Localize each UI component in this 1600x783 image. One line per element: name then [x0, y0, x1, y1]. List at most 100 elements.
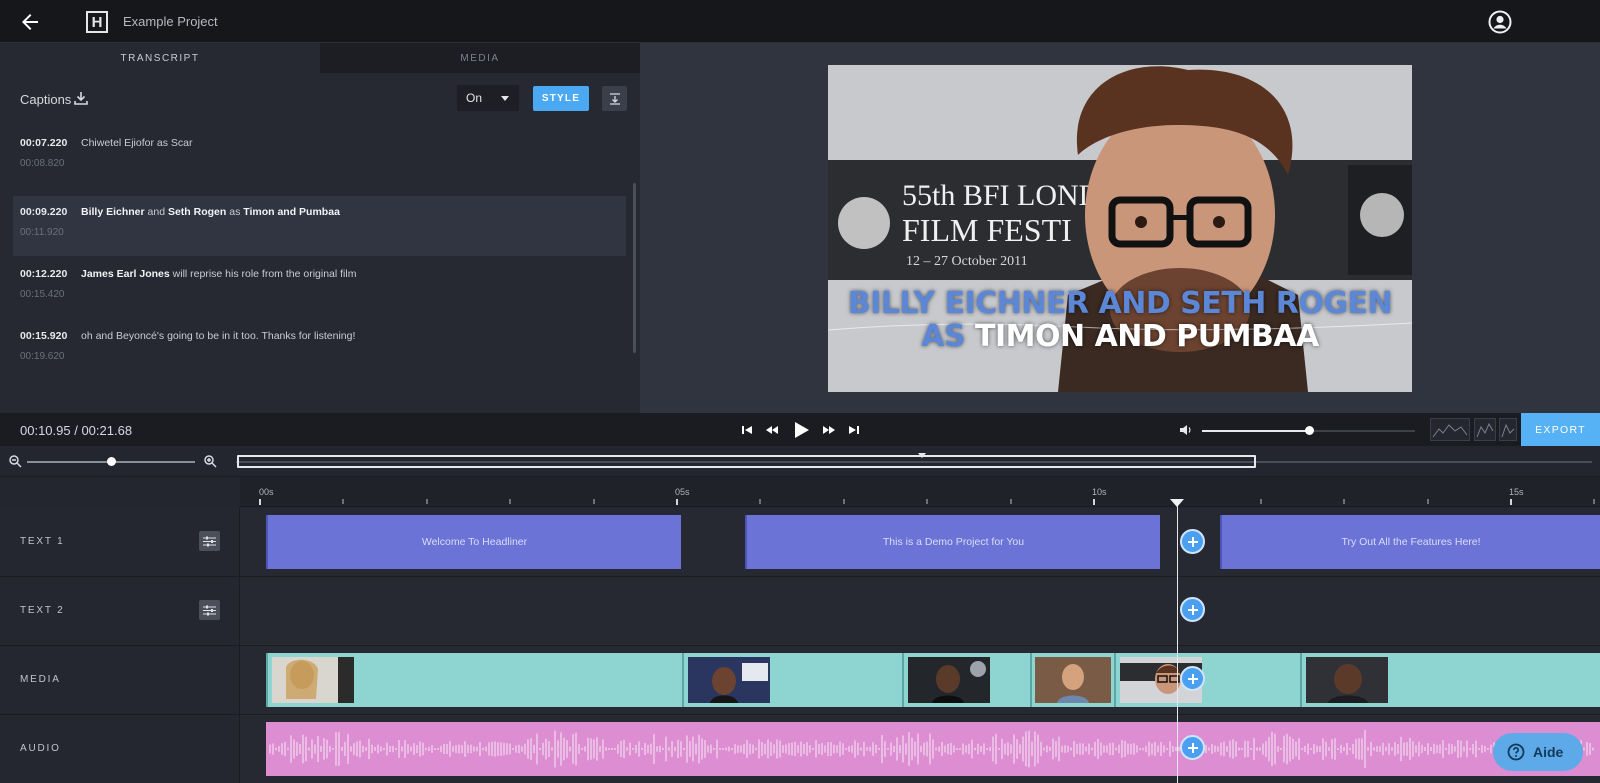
track-media: MEDIA	[0, 646, 1600, 715]
media-clip[interactable]	[682, 653, 902, 707]
caption-text[interactable]: Chiwetel Ejiofor as Scar	[81, 137, 192, 149]
caption-style-button[interactable]: STYLE	[533, 86, 589, 111]
waveform-preset-1[interactable]	[1430, 418, 1470, 441]
caption-end-time[interactable]: 00:08.820	[20, 158, 65, 169]
play-icon[interactable]	[790, 419, 812, 441]
add-icon[interactable]	[1180, 735, 1205, 760]
caption-end-time[interactable]: 00:11.920	[20, 227, 64, 238]
waveform-preset-3[interactable]	[1499, 418, 1517, 441]
ruler-tick	[1093, 499, 1095, 505]
zoom-knob[interactable]	[107, 457, 116, 466]
track-header: MEDIA	[0, 646, 240, 714]
sliders-icon[interactable]	[199, 600, 220, 620]
volume-slider[interactable]	[1202, 426, 1415, 435]
user-account-icon[interactable]	[1488, 10, 1512, 34]
caption-start-time[interactable]: 00:07.220	[20, 137, 67, 149]
ruler-tick	[1593, 499, 1596, 504]
media-clip[interactable]	[266, 653, 682, 707]
app-logo[interactable]: H	[86, 11, 108, 33]
caption-text-bold: Seth Rogen	[167, 206, 227, 218]
zoom-in-icon[interactable]	[203, 454, 217, 468]
video-preview[interactable]: 55th BFI LONDON FILM FESTI 12 – 27 Octob…	[828, 65, 1412, 392]
add-icon[interactable]	[1180, 666, 1205, 691]
waveform-preset-2[interactable]	[1474, 418, 1496, 441]
caption-end-time[interactable]: 00:15.420	[20, 289, 65, 300]
volume-knob[interactable]	[1304, 426, 1314, 435]
tab-media[interactable]: MEDIA	[320, 43, 640, 73]
track-header: TEXT 2	[0, 577, 240, 645]
tab-transcript[interactable]: TRANSCRIPT	[0, 43, 320, 73]
export-button[interactable]: EXPORT	[1521, 413, 1600, 446]
zoom-out-icon[interactable]	[8, 454, 22, 468]
text-clip[interactable]: This is a Demo Project for You	[745, 515, 1160, 569]
media-thumbnail	[1035, 657, 1111, 703]
caption-start-time[interactable]: 00:15.920	[20, 330, 67, 342]
ruler-tick	[1009, 499, 1012, 504]
track-label: TEXT 2	[20, 605, 65, 616]
back-arrow-icon[interactable]	[18, 10, 42, 34]
ruler-tick	[759, 499, 762, 504]
caption-end-time[interactable]: 00:19.620	[20, 351, 65, 362]
media-thumbnail	[272, 657, 354, 703]
caption-text-bold: James Earl Jones	[81, 268, 170, 280]
ruler-tick	[342, 499, 345, 504]
media-clip[interactable]	[1114, 653, 1300, 707]
caption-text-bold: Billy Eichner	[81, 206, 145, 218]
track-header: TEXT 1	[0, 508, 240, 576]
download-icon[interactable]	[73, 90, 89, 106]
skip-to-start-icon[interactable]	[738, 421, 756, 439]
text-clip[interactable]: Welcome To Headliner	[266, 515, 681, 569]
playhead-line[interactable]	[1177, 505, 1178, 783]
help-icon	[1507, 743, 1525, 761]
media-clip[interactable]	[1300, 653, 1600, 707]
zoom-slider[interactable]	[27, 457, 195, 466]
timeline-scroll-window[interactable]	[237, 455, 1256, 468]
caption-text[interactable]: oh and Beyoncé's going to be in it too. …	[81, 330, 355, 342]
chevron-down-icon	[501, 96, 509, 101]
caption-align-button[interactable]	[602, 86, 627, 111]
caption-text[interactable]: James Earl Jones will reprise his role f…	[81, 268, 356, 280]
timeline-ruler[interactable]: 00s 05s 10s 15s	[240, 477, 1600, 507]
ruler-tick	[1259, 499, 1262, 504]
caption-text-bold: Timon and Pumbaa	[243, 206, 340, 218]
track-label: TEXT 1	[20, 536, 65, 547]
sign-line-3: 12 – 27 October 2011	[906, 254, 1028, 269]
caption-start-time[interactable]: 00:12.220	[20, 268, 67, 280]
caption-text[interactable]: Billy Eichner and Seth Rogen as Timon an…	[81, 206, 340, 218]
ruler-tick	[676, 499, 678, 505]
caption-start-time[interactable]: 00:09.220	[20, 206, 67, 218]
help-button[interactable]: Aide	[1493, 733, 1583, 771]
playhead-marker[interactable]	[1170, 499, 1184, 507]
caption-row-active[interactable]: 00:09.220 00:11.920 Billy Eichner and Se…	[13, 196, 626, 256]
caption-row[interactable]: 00:15.920 00:19.620 oh and Beyoncé's goi…	[13, 320, 626, 380]
media-clip[interactable]	[902, 653, 1030, 707]
ruler-tick	[592, 499, 595, 504]
add-icon[interactable]	[1180, 597, 1205, 622]
project-title[interactable]: Example Project	[123, 14, 218, 29]
caption-row[interactable]: 00:12.220 00:15.420 James Earl Jones wil…	[13, 258, 626, 318]
help-label: Aide	[1533, 744, 1564, 760]
caption-text-plain: will reprise his role from the original …	[169, 268, 357, 280]
track-audio: AUDIO	[0, 715, 1600, 783]
add-icon[interactable]	[1180, 529, 1205, 554]
ruler-label: 05s	[675, 487, 690, 497]
sliders-icon[interactable]	[199, 531, 220, 551]
fast-forward-icon[interactable]	[820, 421, 838, 439]
rewind-icon[interactable]	[763, 421, 781, 439]
media-clip[interactable]	[1030, 653, 1114, 707]
caption-rest-text: TIMON AND PUMBAA	[975, 319, 1319, 354]
ruler-tick	[1510, 499, 1512, 505]
text-clip[interactable]: Try Out All the Features Here!	[1220, 515, 1600, 569]
caption-row[interactable]: 00:07.220 00:08.820 Chiwetel Ejiofor as …	[13, 127, 626, 187]
transcript-scrollbar[interactable]	[633, 183, 636, 353]
skip-to-end-icon[interactable]	[845, 421, 863, 439]
transcript-panel: TRANSCRIPT MEDIA Captions On STYLE 00:07…	[0, 43, 640, 413]
volume-icon[interactable]	[1179, 423, 1193, 437]
ruler-tick	[842, 499, 845, 504]
captions-toggle-select[interactable]: On	[457, 85, 519, 111]
audio-waveform	[269, 729, 1594, 769]
track-label: AUDIO	[20, 743, 61, 754]
align-center-icon	[609, 92, 620, 105]
audio-clip[interactable]	[266, 722, 1600, 776]
ruler-tick	[259, 499, 261, 505]
